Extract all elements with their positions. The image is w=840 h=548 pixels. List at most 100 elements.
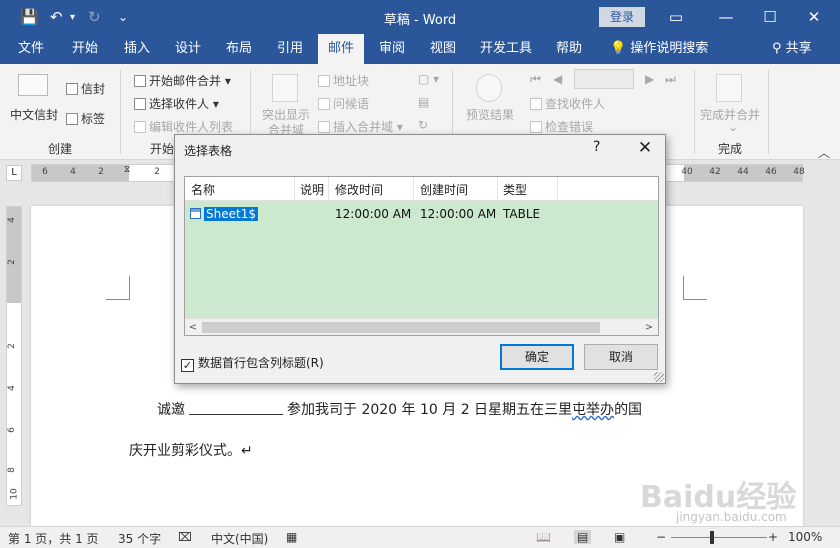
ruler-tick: 2: [98, 167, 104, 177]
start-mail-merge-button[interactable]: 开始邮件合并 ▾: [134, 72, 231, 89]
table-list[interactable]: 名称 说明 修改时间 创建时间 类型 Sheet1$ 12:00:00 AM 1…: [184, 176, 659, 336]
group-label-create: 创建: [48, 142, 73, 156]
crop-mark-right: [683, 276, 707, 300]
labels-button[interactable]: 标签: [66, 110, 105, 127]
tab-view[interactable]: 视图: [420, 34, 466, 64]
tab-references[interactable]: 引用: [267, 34, 313, 64]
print-layout-icon[interactable]: ▤: [574, 530, 592, 544]
select-recipients-button[interactable]: 选择收件人 ▾: [134, 95, 219, 112]
tab-file[interactable]: 文件: [8, 34, 54, 64]
edit-recipient-list-button[interactable]: 编辑收件人列表: [134, 118, 233, 135]
match-fields-icon[interactable]: ▤: [418, 95, 429, 109]
ok-button[interactable]: 确定: [500, 344, 574, 370]
column-header-name[interactable]: 名称: [191, 181, 215, 198]
doc-text: 的国: [614, 402, 643, 418]
record-number-input[interactable]: [574, 69, 634, 89]
read-mode-icon[interactable]: 📖: [536, 530, 551, 544]
ruler-tick: 6: [42, 167, 48, 177]
proofing-icon[interactable]: ⌧: [178, 530, 192, 544]
ribbon-display-icon[interactable]: ▭: [656, 4, 696, 30]
login-button[interactable]: 登录: [599, 7, 645, 27]
crop-mark-left: [106, 276, 130, 300]
document-paragraph-line2[interactable]: 庆开业剪彩仪式。↵: [129, 440, 253, 460]
zoom-in-button[interactable]: +: [768, 530, 778, 544]
help-button[interactable]: ?: [593, 139, 600, 155]
row-cell-modified: 12:00:00 AM: [335, 207, 412, 221]
address-block-icon: [318, 75, 330, 87]
address-block-button[interactable]: 地址块: [318, 72, 369, 89]
chinese-envelope-button[interactable]: 中文信封: [10, 106, 58, 123]
zoom-out-button[interactable]: −: [656, 530, 666, 544]
column-header-created[interactable]: 创建时间: [420, 181, 468, 198]
maximize-button[interactable]: ☐: [750, 4, 790, 30]
accessibility-icon[interactable]: ▦: [286, 530, 297, 544]
edit-list-icon: [134, 121, 146, 133]
zoom-level[interactable]: 100%: [788, 530, 822, 544]
column-header-description[interactable]: 说明: [300, 181, 324, 198]
language-indicator[interactable]: 中文(中国): [211, 530, 268, 547]
tell-me-search[interactable]: 💡 操作说明搜索: [610, 34, 708, 64]
checkbox-checked-icon[interactable]: ✓: [181, 359, 194, 372]
column-divider: [413, 177, 414, 201]
recipients-icon: [134, 98, 146, 110]
close-button[interactable]: ✕: [794, 4, 834, 30]
insert-merge-field-button[interactable]: 插入合并域 ▾: [318, 118, 403, 135]
scrollbar-thumb[interactable]: [202, 322, 600, 333]
first-record-icon[interactable]: ⏮: [530, 72, 541, 87]
cancel-button[interactable]: 取消: [584, 344, 658, 370]
web-layout-icon[interactable]: ▣: [614, 530, 625, 544]
next-record-icon[interactable]: ▶: [645, 72, 654, 86]
header-row-checkbox[interactable]: ✓ 数据首行包含列标题(R): [181, 354, 324, 372]
word-count[interactable]: 35 个字: [118, 530, 161, 547]
update-labels-icon[interactable]: ↻: [418, 118, 428, 132]
collapse-ribbon-icon[interactable]: ︿: [818, 144, 830, 161]
tab-insert[interactable]: 插入: [114, 34, 160, 64]
vruler-tick: 8: [6, 467, 17, 473]
preview-results-button[interactable]: 预览结果: [466, 106, 514, 123]
lightbulb-icon: 💡: [610, 41, 627, 56]
zoom-slider[interactable]: [671, 537, 767, 538]
tab-help[interactable]: 帮助: [546, 34, 592, 64]
rules-icon[interactable]: ▢ ▾: [418, 72, 439, 86]
tell-me-label: 操作说明搜索: [630, 41, 709, 56]
vertical-ruler[interactable]: 4 2 2 4 6 8 10: [6, 206, 22, 506]
check-errors-button[interactable]: 检查错误: [530, 118, 593, 135]
status-bar: 第 1 页，共 1 页 35 个字 ⌧ 中文(中国) ▦ 📖 ▤ ▣ − + 1…: [0, 526, 840, 548]
ruler-tick: 46: [765, 167, 777, 177]
document-paragraph-line1[interactable]: 诚邀 参加我司于 2020 年 10 月 2 日星期五在三里屯举办的国: [157, 399, 642, 419]
ribbon-separator: [768, 70, 769, 154]
tab-selector-icon[interactable]: L: [6, 165, 22, 181]
tab-developer[interactable]: 开发工具: [474, 34, 538, 64]
dialog-close-button[interactable]: ✕: [633, 137, 657, 159]
last-record-icon[interactable]: ⏭: [665, 72, 676, 87]
column-divider: [497, 177, 498, 201]
share-button[interactable]: ⚲ 共享: [772, 34, 812, 64]
indent-marker-icon[interactable]: ⧖: [124, 165, 130, 175]
tab-review[interactable]: 审阅: [369, 34, 415, 64]
resize-grip-icon[interactable]: [654, 372, 664, 382]
ruler-tick: 40: [681, 167, 693, 177]
tab-design[interactable]: 设计: [165, 34, 211, 64]
previous-record-icon[interactable]: ◀: [553, 72, 562, 86]
horizontal-scrollbar[interactable]: < >: [185, 318, 658, 335]
find-recipient-button[interactable]: 查找收件人: [530, 95, 605, 112]
envelopes-button[interactable]: 信封: [66, 80, 105, 97]
tab-layout[interactable]: 布局: [216, 34, 262, 64]
scroll-right-icon[interactable]: >: [641, 320, 657, 335]
ribbon-separator: [120, 70, 121, 154]
tab-mailings[interactable]: 邮件: [318, 34, 364, 64]
ruler-tick: 44: [737, 167, 749, 177]
minimize-button[interactable]: —: [706, 4, 746, 30]
page-count[interactable]: 第 1 页，共 1 页: [8, 530, 99, 547]
doc-text: 诚邀: [157, 402, 185, 418]
column-header-modified[interactable]: 修改时间: [335, 181, 383, 198]
column-header-type[interactable]: 类型: [503, 181, 527, 198]
greeting-line-button[interactable]: 问候语: [318, 95, 369, 112]
zoom-slider-thumb[interactable]: [710, 531, 714, 544]
tab-home[interactable]: 开始: [62, 34, 108, 64]
scroll-left-icon[interactable]: <: [185, 320, 201, 335]
finish-merge-dropdown-icon[interactable]: ⌄: [728, 120, 738, 134]
dialog-title: 选择表格: [184, 144, 233, 158]
greeting-icon: [318, 98, 330, 110]
insert-field-icon: [318, 121, 330, 133]
